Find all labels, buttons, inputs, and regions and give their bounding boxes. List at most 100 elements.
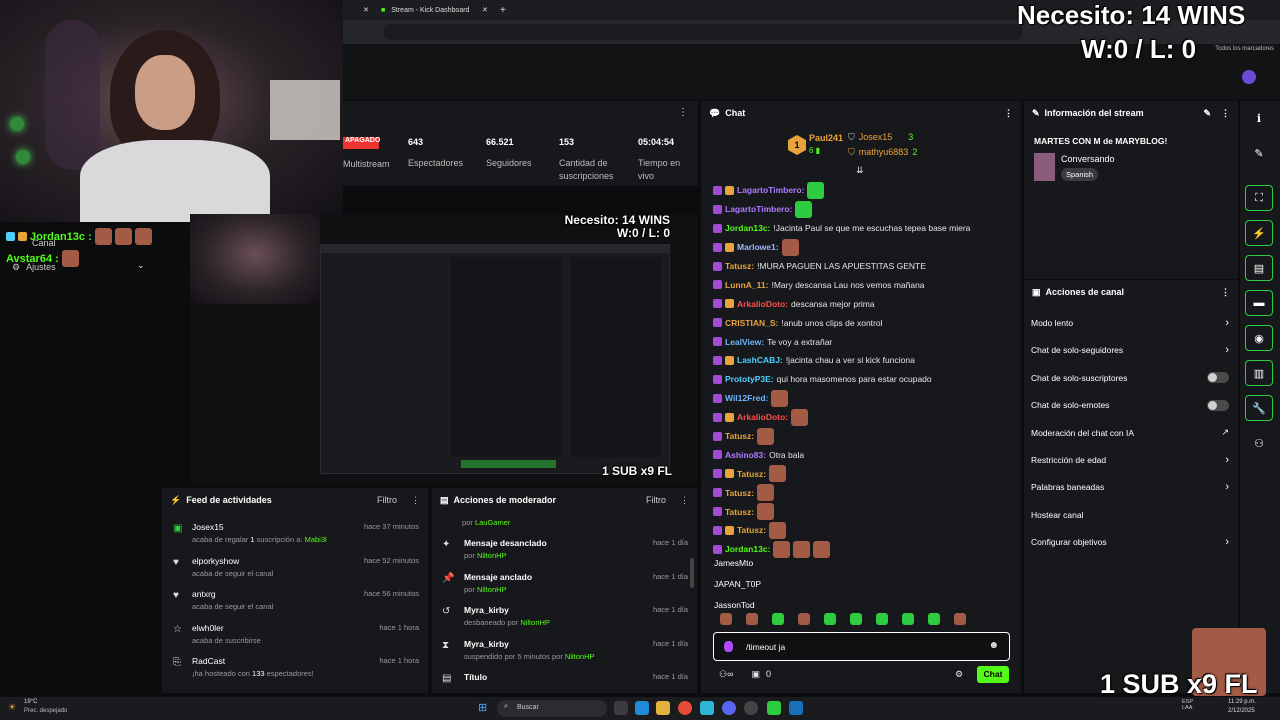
smiley-icon[interactable]: ☻	[988, 640, 999, 651]
leaderboard-expand-icon[interactable]: ⇊	[856, 165, 864, 176]
leaderboard-second[interactable]: ⛉ Josex15 3	[848, 132, 913, 143]
channel-action-row[interactable]: Chat de solo-seguidores ›	[1031, 342, 1229, 358]
chat-input[interactable]	[746, 639, 966, 655]
mod-action-user[interactable]: NiltonHP	[477, 585, 507, 594]
layout-icon[interactable]: ▥	[1245, 360, 1273, 386]
emote-icon[interactable]	[824, 613, 836, 625]
emote-icon[interactable]	[876, 613, 888, 625]
gift-icon[interactable]: ▣	[751, 669, 760, 680]
chat-username[interactable]: Tatusz:	[725, 488, 754, 498]
stats-more-icon[interactable]: ⋮	[678, 107, 688, 118]
obs-icon[interactable]	[744, 701, 758, 715]
chat-username[interactable]: Tatusz:	[725, 431, 754, 441]
clipboard-icon[interactable]: ▤	[1245, 255, 1273, 281]
chevron-down-icon[interactable]: ⌄	[137, 260, 145, 271]
taskbar-search[interactable]: ⌕ Buscar	[497, 700, 607, 717]
chat-username[interactable]: LagartoTimbero:	[725, 204, 792, 214]
chat-username[interactable]: Marlowe1:	[737, 242, 779, 252]
chat-username[interactable]: LashCABJ:	[737, 355, 783, 365]
emote-icon[interactable]	[902, 613, 914, 625]
taskbar-date[interactable]: 2/12/2025	[1228, 708, 1255, 714]
chat-username[interactable]: CRISTIAN_S:	[725, 318, 778, 328]
chat-username[interactable]: Tatusz:	[725, 507, 754, 517]
channel-action-row[interactable]: Modo lento ›	[1031, 315, 1229, 331]
chat-username[interactable]: Tatusz:	[725, 261, 754, 271]
pencil-icon[interactable]: ✎	[1245, 140, 1273, 166]
steam-icon[interactable]	[789, 701, 803, 715]
emote-icon[interactable]	[798, 613, 810, 625]
task-view-icon[interactable]	[614, 701, 628, 715]
mod-action-user[interactable]: NiltonHP	[520, 618, 550, 627]
channel-action-row[interactable]: Moderación del chat con IA ↗	[1031, 425, 1229, 441]
share-icon[interactable]: ⚇	[1245, 430, 1273, 456]
browser-tab-close-icon[interactable]: ✕	[363, 3, 369, 17]
chat-username[interactable]: Ashino83:	[725, 450, 766, 460]
activity-more-icon[interactable]: ⋮	[411, 495, 420, 506]
channel-action-row[interactable]: Hostear canal	[1031, 507, 1229, 523]
autocomplete-item[interactable]: JamesMto	[714, 553, 1014, 574]
chat-username[interactable]: LealView:	[725, 337, 764, 347]
kick-icon[interactable]	[767, 701, 781, 715]
users-icon[interactable]: ⚇∞	[719, 669, 733, 680]
bookmarks-label[interactable]: Todos los marcadores	[1215, 46, 1274, 52]
windows-start-icon[interactable]: ⊞	[478, 701, 487, 714]
chat-input-box[interactable]: ☻	[713, 632, 1010, 661]
edit-icon[interactable]: ✎	[1203, 108, 1211, 119]
emote-icon[interactable]	[954, 613, 966, 625]
chat-more-icon[interactable]: ⋮	[1004, 108, 1013, 119]
taskbar-time[interactable]: 11:29 p.m.	[1228, 699, 1256, 705]
file-explorer-icon[interactable]	[656, 701, 670, 715]
weather-desc[interactable]: Prec. despejado	[24, 708, 67, 714]
info-icon[interactable]: ℹ	[1245, 105, 1273, 131]
emote-icon[interactable]	[772, 613, 784, 625]
address-bar[interactable]	[383, 24, 1023, 40]
language-indicator[interactable]: ESP LAA	[1182, 699, 1196, 711]
mod-scrollbar[interactable]	[690, 558, 694, 588]
activity-username[interactable]: Josex15	[192, 522, 224, 532]
mod-more-icon[interactable]: ⋮	[680, 495, 689, 506]
emote-icon[interactable]	[746, 613, 758, 625]
stream-category[interactable]: Conversando	[1061, 154, 1115, 164]
chat-settings-gear-icon[interactable]: ⚙	[955, 669, 963, 680]
emote-icon[interactable]	[850, 613, 862, 625]
channel-action-row[interactable]: Configurar objetivos ›	[1031, 534, 1229, 550]
channel-action-row[interactable]: Chat de solo-emotes	[1031, 397, 1229, 413]
chat-username[interactable]: ArkalioDoto:	[737, 412, 788, 422]
focus-icon[interactable]: ⛶	[1245, 185, 1273, 211]
mod-action-user[interactable]: NiltonHP	[477, 551, 507, 560]
activity-desc-highlight[interactable]: Mabi3l	[305, 535, 327, 544]
profile-avatar[interactable]	[1242, 70, 1256, 84]
channel-action-row[interactable]: Restricción de edad ›	[1031, 452, 1229, 468]
chat-username[interactable]: LagartoTimbero:	[737, 185, 804, 195]
activity-username[interactable]: elwh0ler	[192, 623, 224, 633]
channel-action-row[interactable]: Chat de solo-suscriptores	[1031, 370, 1229, 386]
new-tab-icon[interactable]: +	[500, 3, 506, 17]
broadcast-icon[interactable]: ◉	[1245, 325, 1273, 351]
chat-username[interactable]: Jordan13c:	[725, 223, 770, 233]
edge-icon[interactable]	[635, 701, 649, 715]
channel-actions-more-icon[interactable]: ⋮	[1221, 287, 1230, 298]
emote-icon[interactable]	[928, 613, 940, 625]
chrome-icon[interactable]	[678, 701, 692, 715]
chat-username[interactable]: LunnA_11:	[725, 280, 768, 290]
chat-username[interactable]: Tatusz:	[737, 469, 766, 479]
emote-icon[interactable]	[720, 613, 732, 625]
discord-icon[interactable]	[722, 701, 736, 715]
mod-action-user[interactable]: NiltonHP	[565, 652, 595, 661]
chat-username[interactable]: PrototyP3E:	[725, 374, 774, 384]
autocomplete-item[interactable]: JAPAN_T0P	[714, 574, 1014, 595]
mod-filter-button[interactable]: Filtro	[646, 495, 666, 506]
activity-username[interactable]: antxrg	[192, 589, 216, 599]
chat-username[interactable]: Wil12Fred:	[725, 393, 768, 403]
emote-picker-icon[interactable]	[724, 641, 733, 652]
chat-icon[interactable]: ▬	[1245, 290, 1273, 316]
browser-tab-active[interactable]: ■ Stream - Kick Dashboard	[381, 3, 511, 17]
toggle-switch[interactable]	[1207, 372, 1229, 384]
wrench-icon[interactable]: 🔧	[1245, 395, 1273, 421]
bolt-icon[interactable]: ⚡	[1245, 220, 1273, 246]
activity-filter-button[interactable]: Filtro	[377, 495, 397, 506]
channel-action-row[interactable]: Palabras baneadas ›	[1031, 479, 1229, 495]
weather-temp[interactable]: 19°C	[24, 699, 37, 705]
app-icon[interactable]	[700, 701, 714, 715]
stream-info-more-icon[interactable]: ⋮	[1221, 108, 1230, 119]
